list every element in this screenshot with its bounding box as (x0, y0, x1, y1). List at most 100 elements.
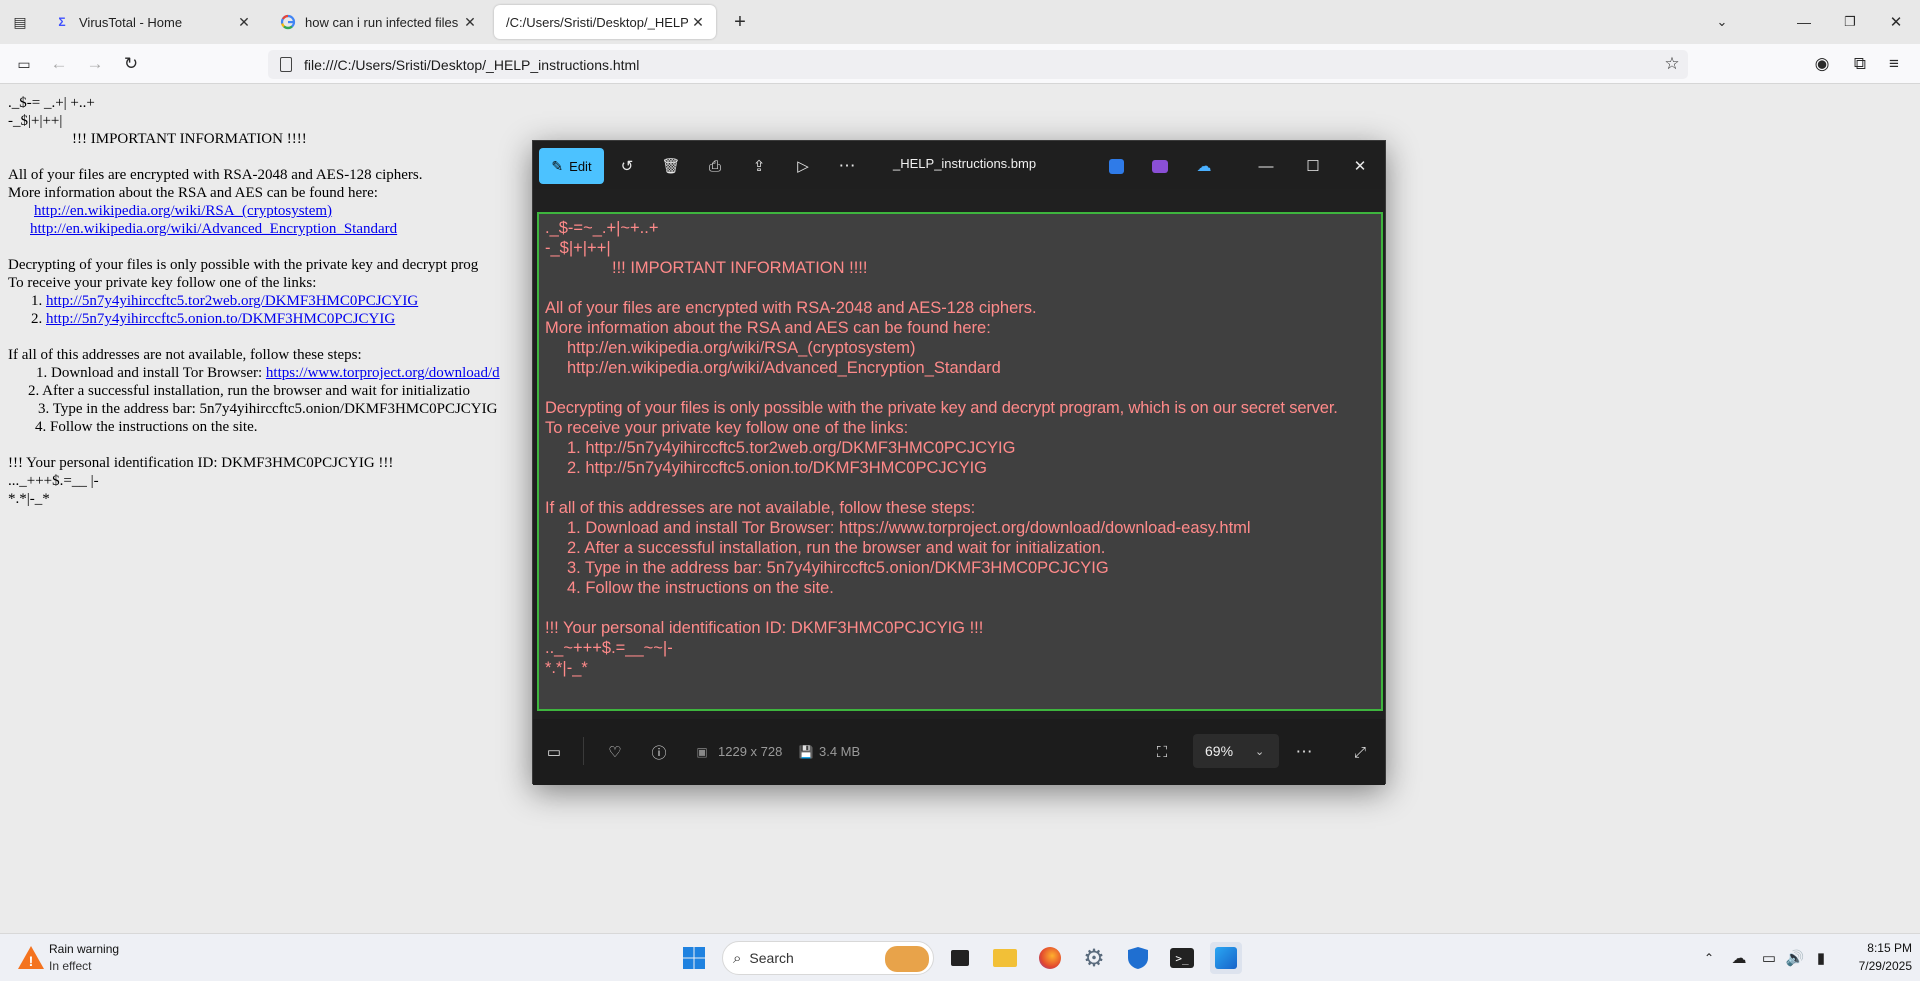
page-text-line: More information about the RSA and AES c… (8, 185, 378, 201)
tab-google-search[interactable]: how can i run infected files in w ✕ (268, 5, 488, 39)
slideshow-icon[interactable]: ▷ (790, 153, 816, 179)
windows-security-icon[interactable] (1122, 942, 1154, 974)
clipchamp-icon[interactable] (1147, 153, 1173, 179)
close-window-icon[interactable]: ✕ (1347, 153, 1373, 179)
share-icon[interactable]: ⇪ (746, 153, 772, 179)
photos-viewer-window: ✎ Edit ↺ 🗑 ⎙ ⇪ ▷ ⋯ _HELP_instructions.bm… (532, 140, 1386, 785)
ascii-line: *.*|-_* (8, 491, 50, 507)
file-explorer-icon[interactable] (989, 942, 1021, 974)
address-bar[interactable]: file:///C:/Users/Sristi/Desktop/_HELP_in… (268, 50, 1688, 79)
svg-text:!: ! (29, 953, 34, 969)
onion-to-link[interactable]: http://5n7y4yihirccftc5.onion.to/DKMF3HM… (46, 311, 395, 327)
zoom-dropdown[interactable]: 69% ⌄ (1193, 734, 1279, 768)
list-item: 2. http://5n7y4yihirccftc5.onion.to/DKMF… (31, 310, 395, 328)
tab-list-icon[interactable]: ▤ (8, 10, 32, 34)
photos-app-icon[interactable] (1210, 942, 1242, 974)
aes-wiki-link[interactable]: http://en.wikipedia.org/wiki/Advanced_En… (30, 221, 397, 237)
favorite-heart-icon[interactable]: ♡ (604, 741, 626, 763)
close-tab-icon[interactable]: ✕ (460, 12, 480, 32)
restore-icon[interactable]: ❐ (1838, 10, 1862, 34)
task-view-icon[interactable] (944, 942, 976, 974)
rsa-wiki-link[interactable]: http://en.wikipedia.org/wiki/RSA_(crypto… (34, 203, 332, 219)
weather-title[interactable]: Rain warning (49, 942, 119, 956)
taskbar-search[interactable]: ⌕ Search (722, 941, 934, 975)
chevron-up-icon[interactable]: ⌃ (1698, 947, 1720, 969)
delete-icon[interactable]: 🗑 (658, 153, 684, 179)
minimize-icon[interactable]: — (1253, 153, 1279, 179)
designer-icon[interactable] (1103, 153, 1129, 179)
tab-help-instructions[interactable]: /C:/Users/Sristi/Desktop/_HELP_inst ✕ (494, 5, 716, 39)
onedrive-offline-icon[interactable]: ☁ (1728, 947, 1750, 969)
list-number: 2. (31, 311, 43, 327)
torproject-link[interactable]: https://www.torproject.org/download/d (266, 365, 500, 381)
back-arrow-icon[interactable]: ← (47, 52, 71, 76)
reload-icon[interactable]: ↻ (119, 52, 143, 76)
bookmark-star-icon[interactable]: ☆ (1660, 52, 1684, 76)
image-text-line: http://en.wikipedia.org/wiki/Advanced_En… (567, 359, 1001, 377)
viewer-toolbar: ✎ Edit ↺ 🗑 ⎙ ⇪ ▷ ⋯ _HELP_instructions.bm… (533, 141, 1385, 189)
list-number: 1. (31, 293, 43, 309)
image-text-line: -_$|+|++| (545, 239, 611, 257)
image-text-line: 4. Follow the instructions on the site. (567, 579, 834, 597)
image-text-line: 3. Type in the address bar: 5n7y4yihircc… (567, 559, 1109, 577)
more-options-icon[interactable]: ⋯ (1293, 741, 1315, 763)
forward-arrow-icon[interactable]: → (83, 52, 107, 76)
new-tab-icon[interactable]: + (728, 10, 752, 34)
page-icon (280, 57, 292, 72)
page-text-line: To receive your private key follow one o… (8, 275, 317, 291)
fullscreen-icon[interactable]: ⤢ (1349, 741, 1371, 763)
ransom-note-image: ._$-=~_.+|~+..+ -_$|+|++| !!! IMPORTANT … (537, 212, 1383, 711)
firefox-icon[interactable] (1034, 942, 1066, 974)
clock-date[interactable]: 7/29/2025 (1840, 959, 1912, 973)
list-item: 1. http://5n7y4yihirccftc5.tor2web.org/D… (31, 292, 418, 310)
tab-virustotal[interactable]: Σ VirusTotal - Home ✕ (42, 5, 262, 39)
close-tab-icon[interactable]: ✕ (234, 12, 254, 32)
image-canvas: ._$-=~_.+|~+..+ -_$|+|++| !!! IMPORTANT … (533, 189, 1385, 717)
minimize-icon[interactable]: — (1792, 10, 1816, 34)
close-tab-icon[interactable]: ✕ (688, 12, 708, 32)
zoom-level: 69% (1205, 743, 1234, 759)
start-windows-icon[interactable] (678, 942, 710, 974)
onedrive-offline-icon[interactable]: ☁ (1191, 153, 1217, 179)
edit-button[interactable]: ✎ Edit (539, 148, 604, 184)
weather-warning-icon[interactable]: ! (16, 944, 46, 972)
filmstrip-icon[interactable]: ▭ (543, 741, 565, 763)
image-dimensions-icon: ▣ (696, 745, 708, 759)
sidebar-toggle-icon[interactable]: ▭ (12, 52, 36, 76)
image-text-line: Decrypting of your files is only possibl… (545, 399, 1338, 417)
file-info-icon[interactable]: ⓘ (648, 741, 670, 763)
step-text: 1. Download and install Tor Browser: (36, 365, 263, 381)
search-highlight-tiger-icon (885, 946, 929, 972)
tab-title: /C:/Users/Sristi/Desktop/_HELP_inst (506, 14, 688, 30)
image-text-line: .._~+++$.=__~~|- (545, 639, 673, 657)
print-icon[interactable]: ⎙ (702, 153, 728, 179)
more-options-icon[interactable]: ⋯ (834, 153, 860, 179)
display-icon[interactable]: ▭ (1758, 947, 1780, 969)
image-text-line: To receive your private key follow one o… (545, 419, 909, 437)
page-text-line: If all of this addresses are not availab… (8, 347, 362, 363)
menu-icon[interactable]: ≡ (1882, 52, 1906, 76)
fit-to-window-icon[interactable]: ⛶ (1151, 741, 1173, 763)
image-text-line: 2. http://5n7y4yihirccftc5.onion.to/DKMF… (567, 459, 987, 477)
maximize-icon[interactable]: ☐ (1300, 153, 1326, 179)
list-item: 3. Type in the address bar: 5n7y4yihircc… (38, 401, 498, 417)
divider (583, 737, 584, 765)
image-text-line: !!! IMPORTANT INFORMATION !!!! (612, 259, 868, 277)
tor2web-link[interactable]: http://5n7y4yihirccftc5.tor2web.org/DKMF… (46, 293, 418, 309)
account-icon[interactable]: ◉ (1810, 52, 1834, 76)
chevron-down-icon[interactable]: ⌄ (1710, 10, 1734, 34)
page-heading: !!! IMPORTANT INFORMATION !!!! (72, 131, 307, 147)
virustotal-favicon-icon: Σ (58, 15, 66, 29)
image-text-line: ._$-=~_.+|~+..+ (545, 219, 659, 237)
clock-time[interactable]: 8:15 PM (1840, 941, 1912, 955)
battery-icon[interactable]: ▮ (1810, 947, 1832, 969)
volume-icon[interactable]: 🔊 (1784, 947, 1806, 969)
extensions-icon[interactable]: ⧉ (1848, 52, 1872, 76)
rotate-icon[interactable]: ↺ (614, 153, 640, 179)
settings-gear-icon[interactable]: ⚙ (1078, 942, 1110, 974)
terminal-icon[interactable]: >_ (1166, 942, 1198, 974)
image-text-line: http://en.wikipedia.org/wiki/RSA_(crypto… (567, 339, 916, 357)
close-window-icon[interactable]: ✕ (1884, 10, 1908, 34)
edit-label: Edit (569, 158, 592, 174)
file-size: 3.4 MB (819, 744, 861, 759)
